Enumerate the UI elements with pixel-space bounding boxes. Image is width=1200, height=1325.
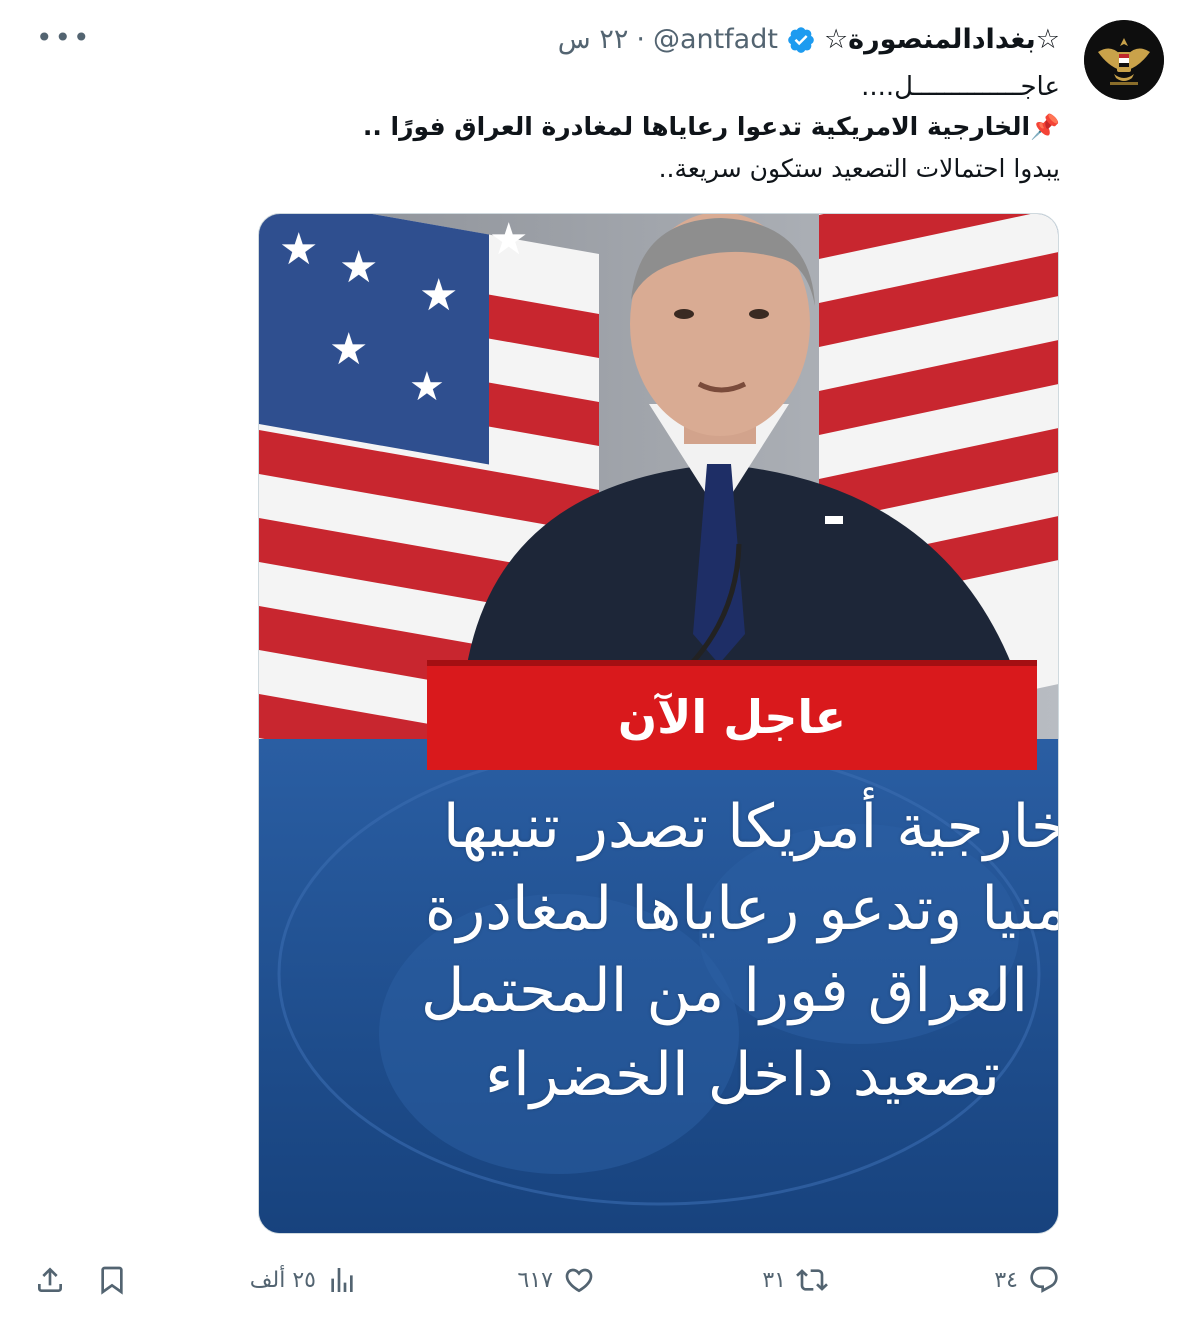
verified-badge-icon[interactable]	[786, 25, 816, 55]
media-text-line-1: خارجية أمريكا تصدر تنبيها	[442, 792, 1059, 862]
eagle-emblem-icon	[1084, 20, 1164, 100]
like-button[interactable]: ٦١٧	[518, 1258, 595, 1302]
views-button[interactable]: ٢٥ ألف	[250, 1258, 358, 1302]
more-options-button[interactable]: •••	[36, 24, 92, 52]
bookmark-button[interactable]	[96, 1258, 128, 1302]
tweet-header: ☆بغدادالمنصورة☆ @antfadt · ٢٢ س	[558, 24, 1060, 55]
media-text-overlay: عاجل الآن خارجية أمريكا تصدر تنبيها منيا…	[259, 214, 1059, 1233]
breaking-banner-label: عاجل الآن	[617, 689, 847, 744]
separator-dot: ·	[636, 24, 645, 55]
reply-icon	[1030, 1266, 1058, 1293]
share-icon	[38, 1267, 62, 1292]
tweet-text-line-2: 📌الخارجية الامريكية تدعوا رعاياها لمغادر…	[363, 112, 1060, 141]
handle[interactable]: @antfadt	[653, 24, 778, 55]
tweet-text-line-3: يبدوا احتمالات التصعيد ستكون سريعة..	[658, 154, 1060, 183]
views-chart-icon	[331, 1268, 353, 1292]
tweet-text-line-2-text: الخارجية الامريكية تدعوا رعاياها لمغادرة…	[362, 112, 1031, 141]
timestamp[interactable]: ٢٢ س	[558, 24, 629, 55]
avatar[interactable]	[1084, 20, 1164, 100]
display-name[interactable]: ☆بغدادالمنصورة☆	[824, 24, 1060, 55]
bookmark-icon	[101, 1266, 123, 1295]
tweet-text-line-1: عاجــــــــــــــل....	[861, 72, 1060, 102]
views-count: ٢٥ ألف	[249, 1267, 316, 1293]
tweet-media-image[interactable]: ★ ★ ★ ★ ★ ★ عاجل الآن خارجية أمريكا تصدر…	[258, 213, 1059, 1234]
tweet-actions-bar: ٣٤ ٣١ ٦١٧ ٢٥ ألف	[0, 1258, 1200, 1302]
share-button[interactable]	[34, 1258, 66, 1302]
heart-icon	[565, 1268, 593, 1293]
like-count: ٦١٧	[517, 1267, 553, 1293]
retweet-button[interactable]: ٣١	[762, 1258, 828, 1302]
media-text-line-4: تصعيد داخل الخضراء	[484, 1040, 1000, 1110]
retweet-count: ٣١	[762, 1267, 786, 1293]
retweet-icon	[796, 1269, 828, 1291]
pushpin-icon: 📌	[1030, 113, 1060, 141]
tweet: ••• ☆بغدادالمنصورة☆ @antfadt · ٢٢ س عاجـ…	[0, 0, 1200, 1325]
reply-button[interactable]: ٣٤	[994, 1258, 1060, 1302]
media-text-line-2: منيا وتدعو رعاياها لمغادرة	[424, 874, 1059, 944]
reply-count: ٣٤	[994, 1267, 1018, 1293]
more-icon: •••	[36, 21, 92, 54]
media-text-line-3: العراق فورا من المحتمل	[420, 956, 1028, 1026]
